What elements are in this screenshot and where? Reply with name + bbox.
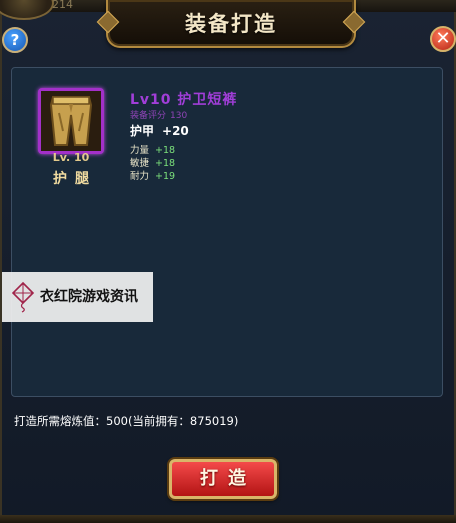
equipment-score: 装备评分 130 bbox=[130, 108, 187, 121]
title-plate: 装备打造 bbox=[106, 0, 356, 48]
stat-agility: 敏捷 +18 bbox=[130, 155, 175, 169]
window-title: 装备打造 bbox=[185, 12, 277, 36]
stat-label: 耐力 bbox=[130, 171, 150, 182]
item-level-badge: Lv. 10 bbox=[52, 151, 90, 164]
armor-stat: 护甲 +20 bbox=[130, 122, 189, 139]
item-name: Lv10 护卫短裤 bbox=[130, 92, 238, 108]
armor-value: +20 bbox=[162, 124, 189, 138]
help-button[interactable]: ? bbox=[2, 27, 28, 53]
armor-label: 护甲 bbox=[130, 124, 155, 138]
forge-button[interactable]: 打造 bbox=[169, 459, 277, 499]
watermark: 衣红院游戏资讯 bbox=[2, 272, 153, 322]
stat-strength: 力量 +18 bbox=[130, 142, 175, 156]
item-slot[interactable] bbox=[38, 88, 104, 154]
stat-value: +19 bbox=[155, 171, 176, 182]
watermark-text: 衣红院游戏资讯 bbox=[40, 289, 138, 305]
score-value: 130 bbox=[170, 111, 188, 121]
score-label: 装备评分 bbox=[130, 111, 167, 121]
window-bottom-trim bbox=[0, 515, 456, 523]
corner-text: 214 bbox=[52, 0, 73, 11]
close-button[interactable]: ✕ bbox=[430, 26, 456, 52]
kite-icon bbox=[11, 281, 35, 313]
item-slot-type: 护腿 bbox=[53, 171, 97, 187]
forge-cost: 打造所需熔炼值：500(当前拥有：875019) bbox=[14, 414, 239, 428]
stat-stamina: 耐力 +19 bbox=[130, 168, 175, 182]
golden-trousers-icon bbox=[41, 91, 101, 151]
